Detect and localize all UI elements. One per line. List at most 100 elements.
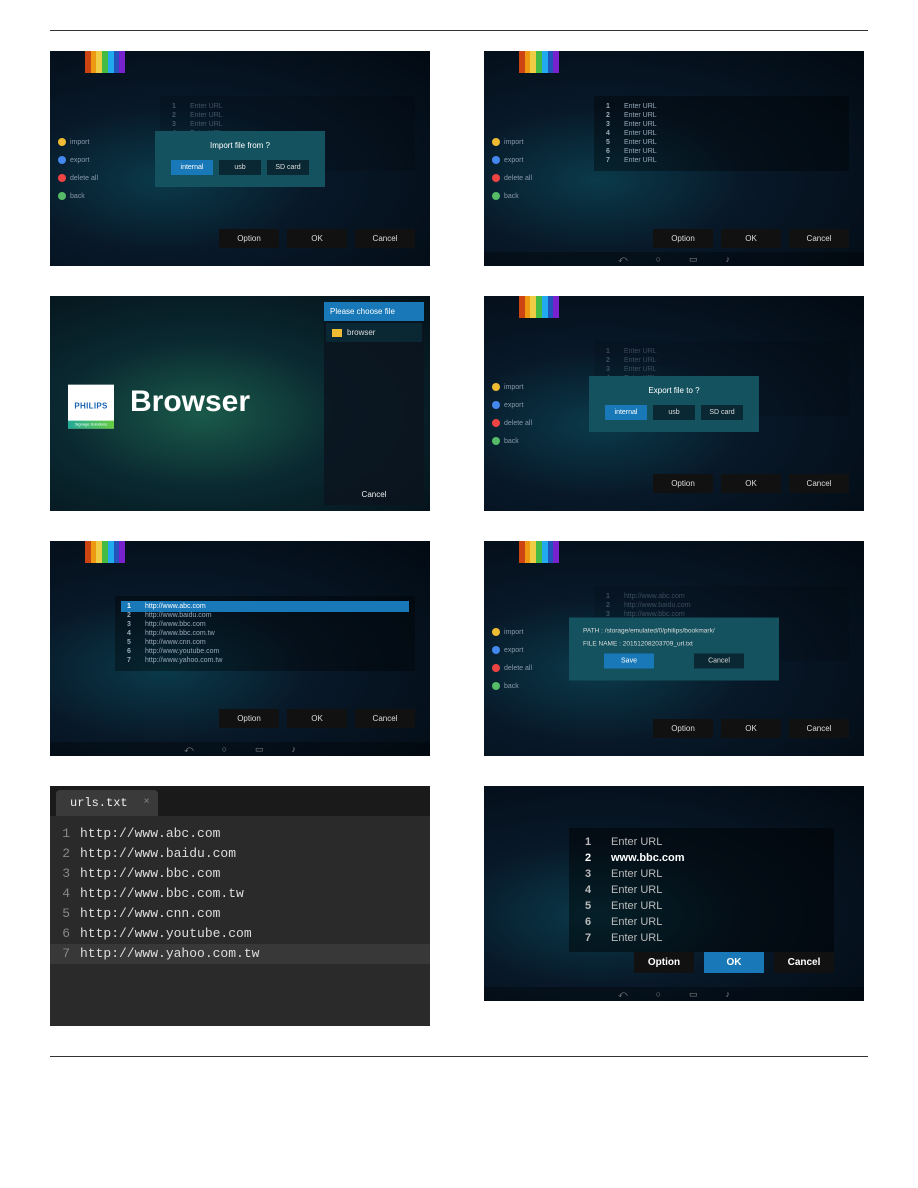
file-picker-cancel[interactable]: Cancel bbox=[324, 490, 424, 499]
volume-icon[interactable]: ♪ bbox=[726, 254, 731, 264]
option-button[interactable]: Option bbox=[653, 719, 713, 738]
url-row[interactable]: 1Enter URL bbox=[604, 102, 839, 111]
url-row[interactable]: 2http://www.baidu.com bbox=[125, 611, 405, 620]
recent-icon[interactable]: ▭ bbox=[689, 254, 698, 265]
editor-line: 5http://www.cnn.com bbox=[50, 904, 430, 924]
cancel-button[interactable]: Cancel bbox=[789, 719, 849, 738]
ok-button[interactable]: OK bbox=[287, 229, 347, 248]
sidebar: import export delete all back bbox=[492, 138, 532, 200]
back-icon[interactable]: ⤺ bbox=[618, 989, 628, 1000]
sidebar-delete-all[interactable]: delete all bbox=[58, 174, 98, 182]
url-row[interactable]: 1Enter URL bbox=[581, 834, 822, 850]
url-row[interactable]: 5Enter URL bbox=[581, 898, 822, 914]
url-row[interactable]: 4http://www.bbc.com.tw bbox=[125, 629, 405, 638]
url-row[interactable]: 6http://www.youtube.com bbox=[125, 647, 405, 656]
sidebar-back[interactable]: back bbox=[492, 437, 532, 445]
screenshot-browser-splash: PHILIPS Signage Solutions Browser Please… bbox=[50, 296, 430, 511]
sidebar-import[interactable]: import bbox=[58, 138, 98, 146]
export-internal-button[interactable]: internal bbox=[605, 405, 647, 420]
cancel-button[interactable]: Cancel bbox=[789, 229, 849, 248]
screenshot-export-dialog: import export delete all back 1Enter URL… bbox=[484, 296, 864, 511]
url-row[interactable]: 6Enter URL bbox=[581, 914, 822, 930]
sidebar-export[interactable]: export bbox=[492, 156, 532, 164]
option-button[interactable]: Option bbox=[219, 709, 279, 728]
editor-line: 1http://www.abc.com bbox=[50, 824, 430, 844]
url-row[interactable]: 4Enter URL bbox=[604, 129, 839, 138]
sidebar-import[interactable]: import bbox=[492, 383, 532, 391]
dialog-title: Import file from ? bbox=[171, 141, 309, 150]
option-button[interactable]: Option bbox=[634, 952, 694, 973]
home-icon[interactable]: ○ bbox=[656, 989, 661, 999]
color-bars bbox=[85, 541, 125, 563]
url-row[interactable]: 4Enter URL bbox=[581, 882, 822, 898]
sidebar-export[interactable]: export bbox=[58, 156, 98, 164]
folder-item[interactable]: browser bbox=[326, 323, 422, 342]
screenshot-url-list-large: 1Enter URL 2www.bbc.com 3Enter URL 4Ente… bbox=[484, 786, 864, 1001]
editor-line: 2http://www.baidu.com bbox=[50, 844, 430, 864]
sidebar-back[interactable]: back bbox=[58, 192, 98, 200]
volume-icon[interactable]: ♪ bbox=[292, 744, 297, 754]
url-row[interactable]: 7Enter URL bbox=[581, 930, 822, 946]
import-internal-button[interactable]: internal bbox=[171, 160, 213, 175]
save-button[interactable]: Save bbox=[604, 653, 654, 668]
cancel-button[interactable]: Cancel bbox=[355, 709, 415, 728]
sidebar-import[interactable]: import bbox=[492, 138, 532, 146]
url-row[interactable]: 7http://www.yahoo.com.tw bbox=[125, 656, 405, 665]
folder-icon bbox=[332, 329, 342, 337]
option-button[interactable]: Option bbox=[219, 229, 279, 248]
browser-title: Browser bbox=[130, 384, 250, 418]
url-panel: 1http://www.abc.com 2http://www.baidu.co… bbox=[115, 596, 415, 671]
cancel-button[interactable]: Cancel bbox=[774, 952, 834, 973]
import-usb-button[interactable]: usb bbox=[219, 160, 261, 175]
recent-icon[interactable]: ▭ bbox=[689, 989, 698, 1000]
color-bars bbox=[519, 541, 559, 563]
import-sdcard-button[interactable]: SD card bbox=[267, 160, 309, 175]
cancel-button[interactable]: Cancel bbox=[694, 653, 744, 668]
url-row[interactable]: 5Enter URL bbox=[604, 138, 839, 147]
cancel-button[interactable]: Cancel bbox=[355, 229, 415, 248]
export-usb-button[interactable]: usb bbox=[653, 405, 695, 420]
recent-icon[interactable]: ▭ bbox=[255, 744, 264, 755]
back-icon[interactable]: ⤺ bbox=[184, 744, 194, 755]
volume-icon[interactable]: ♪ bbox=[726, 989, 731, 999]
url-row[interactable]: 5http://www.cnn.com bbox=[125, 638, 405, 647]
back-icon[interactable]: ⤺ bbox=[618, 254, 628, 265]
editor-line: 3http://www.bbc.com bbox=[50, 864, 430, 884]
ok-button[interactable]: OK bbox=[721, 229, 781, 248]
color-bars bbox=[85, 51, 125, 73]
url-row[interactable]: 7Enter URL bbox=[604, 156, 839, 165]
home-icon[interactable]: ○ bbox=[222, 744, 227, 754]
close-icon[interactable]: × bbox=[144, 797, 150, 808]
ok-button[interactable]: OK bbox=[721, 474, 781, 493]
android-navbar: ⤺ ○ ▭ ♪ bbox=[50, 742, 430, 756]
home-icon[interactable]: ○ bbox=[656, 254, 661, 264]
file-picker-header: Please choose file bbox=[324, 302, 424, 321]
url-row[interactable]: 3Enter URL bbox=[581, 866, 822, 882]
sidebar-back[interactable]: back bbox=[492, 192, 532, 200]
ok-button[interactable]: OK bbox=[704, 952, 764, 973]
sidebar-import[interactable]: import bbox=[492, 628, 532, 636]
sidebar-back[interactable]: back bbox=[492, 682, 532, 690]
sidebar-delete-all[interactable]: delete all bbox=[492, 664, 532, 672]
philips-logo: PHILIPS Signage Solutions bbox=[68, 384, 114, 428]
sidebar-export[interactable]: export bbox=[492, 401, 532, 409]
export-sdcard-button[interactable]: SD card bbox=[701, 405, 743, 420]
url-row[interactable]: 6Enter URL bbox=[604, 147, 839, 156]
option-button[interactable]: Option bbox=[653, 229, 713, 248]
option-button[interactable]: Option bbox=[653, 474, 713, 493]
cancel-button[interactable]: Cancel bbox=[789, 474, 849, 493]
sidebar-export[interactable]: export bbox=[492, 646, 532, 654]
sidebar-delete-all[interactable]: delete all bbox=[492, 419, 532, 427]
url-row[interactable]: 3Enter URL bbox=[604, 120, 839, 129]
ok-button[interactable]: OK bbox=[287, 709, 347, 728]
file-picker-panel: Please choose file browser Cancel bbox=[324, 302, 424, 505]
url-row[interactable]: 3http://www.bbc.com bbox=[125, 620, 405, 629]
editor-tab[interactable]: urls.txt × bbox=[56, 790, 158, 816]
sidebar-delete-all[interactable]: delete all bbox=[492, 174, 532, 182]
url-row[interactable]: 2Enter URL bbox=[604, 111, 839, 120]
url-row-active[interactable]: 2www.bbc.com bbox=[581, 850, 822, 866]
sidebar: import export delete all back bbox=[492, 628, 532, 690]
import-dialog: Import file from ? internal usb SD card bbox=[155, 131, 325, 187]
ok-button[interactable]: OK bbox=[721, 719, 781, 738]
screenshot-url-list-populated: 1http://www.abc.com 2http://www.baidu.co… bbox=[50, 541, 430, 756]
